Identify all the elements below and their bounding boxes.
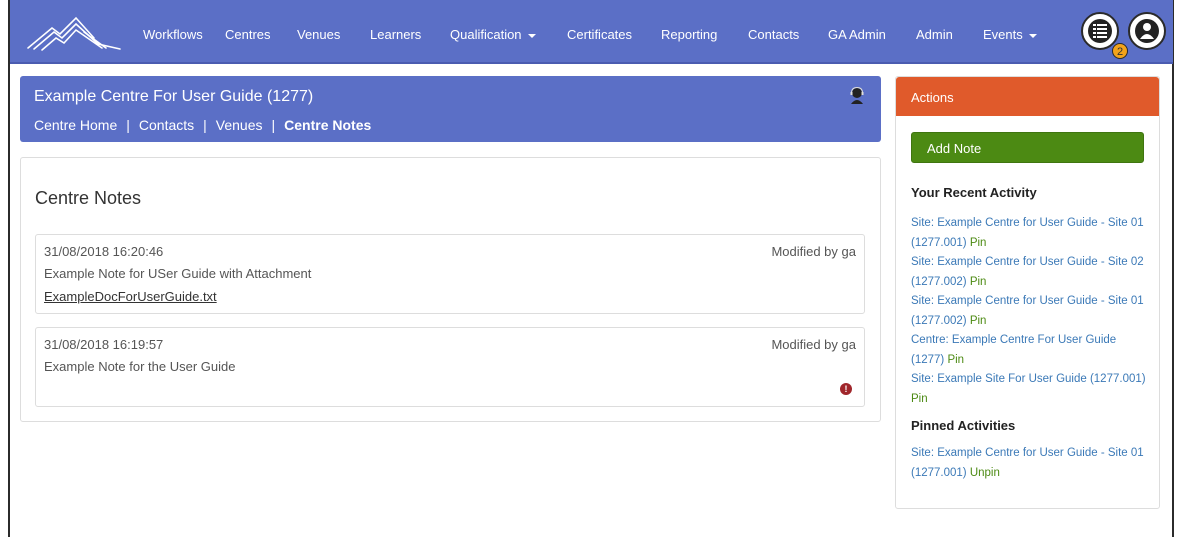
recent-activity-heading: Your Recent Activity <box>911 185 1037 200</box>
tasks-button[interactable] <box>1081 12 1119 50</box>
nav-qualification[interactable]: Qualification <box>450 27 536 42</box>
list-item: Site: Example Site For User Guide (1277.… <box>911 370 1151 409</box>
user-icon <box>1135 19 1159 43</box>
nav-admin[interactable]: Admin <box>916 27 953 42</box>
list-item: Site: Example Centre for User Guide - Si… <box>911 444 1151 483</box>
mountains-logo-icon[interactable] <box>24 14 124 52</box>
add-note-label: Add Note <box>927 141 982 156</box>
note-card: 31/08/2018 16:20:46 Modified by ga Examp… <box>35 234 865 314</box>
breadcrumb: Centre Home | Contacts | Venues | Centre Notes <box>34 117 371 133</box>
actions-header: Actions <box>896 77 1159 116</box>
nav-events-label: Events <box>983 27 1023 42</box>
user-menu-button[interactable] <box>1128 12 1166 50</box>
chevron-down-icon <box>527 33 536 38</box>
pin-link[interactable]: Pin <box>947 354 964 366</box>
activity-link[interactable]: Site: Example Centre for User Guide - Si… <box>911 295 1144 327</box>
centre-notes-panel: Centre Notes 31/08/2018 16:20:46 Modifie… <box>20 157 881 422</box>
note-modified-by: Modified by ga <box>771 244 856 259</box>
unpin-link[interactable]: Unpin <box>970 467 1000 479</box>
crumb-separator: | <box>271 117 276 133</box>
notes-title: Centre Notes <box>35 188 142 208</box>
actions-title: Actions <box>911 90 954 105</box>
note-attachment-link[interactable]: ExampleDocForUserGuide.txt <box>44 289 217 304</box>
note-text: Example Note for the User Guide <box>44 359 236 374</box>
centre-header: Example Centre For User Guide (1277) Cen… <box>20 76 881 142</box>
note-text: Example Note for USer Guide with Attachm… <box>44 266 312 281</box>
nav-contacts[interactable]: Contacts <box>748 27 799 42</box>
crumb-centre-home[interactable]: Centre Home <box>34 117 117 133</box>
nav-centres[interactable]: Centres <box>225 27 271 42</box>
crumb-centre-notes[interactable]: Centre Notes <box>284 117 371 133</box>
pin-link[interactable]: Pin <box>970 315 987 327</box>
list-item: Site: Example Centre for User Guide - Si… <box>911 214 1151 253</box>
pinned-activities-heading: Pinned Activities <box>911 418 1016 433</box>
pin-link[interactable]: Pin <box>911 393 928 405</box>
crumb-separator: | <box>126 117 130 133</box>
nav-workflows[interactable]: Workflows <box>143 27 203 42</box>
activity-link[interactable]: Site: Example Centre for User Guide - Si… <box>911 447 1144 479</box>
tasks-count-badge: 2 <box>1112 43 1128 59</box>
list-item: Site: Example Centre for User Guide - Si… <box>911 292 1151 331</box>
note-modified-by: Modified by ga <box>771 337 856 352</box>
activity-link[interactable]: Site: Example Centre for User Guide - Si… <box>911 217 1144 249</box>
crumb-contacts[interactable]: Contacts <box>139 117 194 133</box>
nav-reporting[interactable]: Reporting <box>661 27 717 42</box>
list-item: Site: Example Centre for User Guide - Si… <box>911 253 1151 292</box>
nav-ga-admin[interactable]: GA Admin <box>828 27 886 42</box>
note-date: 31/08/2018 16:19:57 <box>44 337 164 352</box>
support-agent-icon[interactable] <box>849 87 865 105</box>
centre-title: Example Centre For User Guide (1277) <box>34 88 314 105</box>
chevron-down-icon <box>1028 33 1037 38</box>
activity-link[interactable]: Site: Example Centre for User Guide - Si… <box>911 256 1144 288</box>
crumb-venues[interactable]: Venues <box>216 117 263 133</box>
actions-panel: Actions Add Note Your Recent Activity Si… <box>895 76 1160 509</box>
pinned-activity-list: Site: Example Centre for User Guide - Si… <box>911 444 1151 483</box>
nav-venues[interactable]: Venues <box>297 27 340 42</box>
note-card: 31/08/2018 16:19:57 Modified by ga Examp… <box>35 327 865 407</box>
list-icon <box>1088 19 1112 43</box>
nav-events[interactable]: Events <box>983 27 1037 42</box>
activity-link[interactable]: Centre: Example Centre For User Guide (1… <box>911 334 1116 366</box>
pin-link[interactable]: Pin <box>970 276 987 288</box>
pin-link[interactable]: Pin <box>970 237 987 249</box>
activity-link[interactable]: Site: Example Site For User Guide (1277.… <box>911 373 1146 385</box>
recent-activity-list: Site: Example Centre for User Guide - Si… <box>911 214 1151 409</box>
crumb-separator: | <box>203 117 207 133</box>
nav-certificates[interactable]: Certificates <box>567 27 632 42</box>
nav-qualification-label: Qualification <box>450 27 522 42</box>
top-navbar: Workflows Centres Venues Learners Qualif… <box>10 0 1173 64</box>
note-date: 31/08/2018 16:20:46 <box>44 244 164 259</box>
nav-learners[interactable]: Learners <box>370 27 421 42</box>
list-item: Centre: Example Centre For User Guide (1… <box>911 331 1151 370</box>
add-note-button[interactable]: Add Note <box>911 132 1144 163</box>
exclamation-icon[interactable]: ! <box>840 383 852 395</box>
